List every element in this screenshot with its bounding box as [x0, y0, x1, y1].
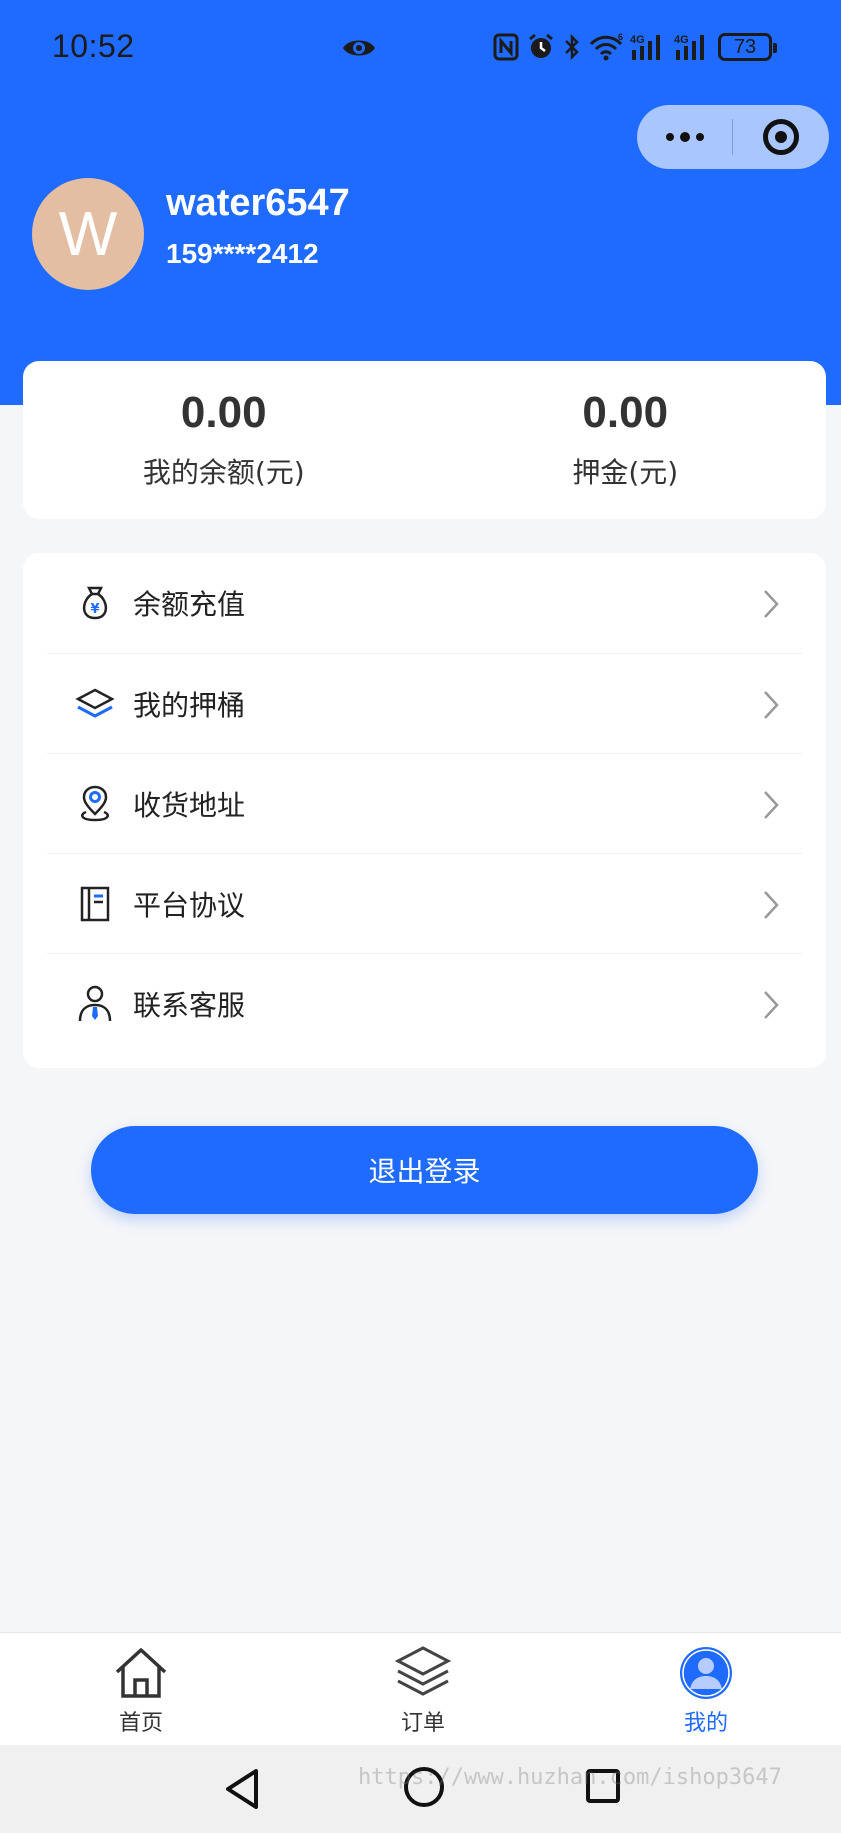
svg-text:6: 6 — [618, 32, 623, 42]
tab-label-mine: 我的 — [683, 1711, 728, 1736]
my-balance-value: 0.00 — [180, 388, 267, 437]
my-balance[interactable]: 0.00 我的余额(元) — [23, 361, 425, 519]
menu-item-recharge[interactable]: ¥ 余额充值 — [47, 553, 802, 653]
more-dots-icon[interactable] — [637, 105, 732, 169]
signal-icon-2: 4G — [674, 32, 712, 62]
my-balance-label: 我的余额(元) — [142, 456, 305, 489]
chevron-right-icon — [762, 588, 780, 624]
chevron-right-icon — [762, 889, 780, 925]
menu-item-agreement[interactable]: 平台协议 — [47, 853, 802, 953]
tab-label-home: 首页 — [118, 1711, 163, 1736]
close-target-icon[interactable] — [733, 105, 828, 169]
tab-bar: 首页 订单 我的 — [0, 1632, 841, 1745]
battery-icon: 73 — [718, 33, 777, 61]
phone-number: 159****2412 — [166, 238, 319, 269]
svg-text:4G: 4G — [674, 34, 689, 46]
deposit[interactable]: 0.00 押金(元) — [425, 361, 827, 519]
layers-icon — [75, 684, 115, 724]
username: water6547 — [166, 182, 350, 224]
back-triangle-icon[interactable] — [222, 1767, 262, 1815]
chevron-right-icon — [762, 789, 780, 825]
avatar[interactable]: W — [32, 178, 144, 290]
menu-item-my-buckets[interactable]: 我的押桶 — [47, 653, 802, 753]
signal-icon: 4G — [630, 32, 668, 62]
menu-item-customer-service[interactable]: 联系客服 — [47, 953, 802, 1053]
menu-label-address: 收货地址 — [133, 788, 246, 822]
deposit-label: 押金(元) — [572, 456, 679, 489]
balance-card: 0.00 我的余额(元) 0.00 押金(元) — [23, 361, 826, 519]
user-icon — [676, 1645, 736, 1701]
svg-text:4G: 4G — [630, 34, 645, 46]
menu-item-address[interactable]: 收货地址 — [47, 753, 802, 853]
menu-label-agreement: 平台协议 — [133, 888, 246, 922]
tab-label-orders: 订单 — [400, 1711, 445, 1736]
chevron-right-icon — [762, 989, 780, 1025]
layers-icon — [393, 1645, 453, 1701]
money-bag-icon: ¥ — [75, 583, 115, 623]
bluetooth-icon — [562, 32, 582, 62]
status-icons: 6 4G 4G 73 — [492, 28, 777, 66]
watermark-text: https://www.huzhan.com/ishop3647 — [358, 1765, 782, 1790]
home-icon — [111, 1645, 171, 1701]
nfc-icon — [492, 32, 520, 62]
alarm-icon — [526, 32, 556, 62]
menu-label-recharge: 余额充值 — [133, 588, 246, 621]
menu-label-my-buckets: 我的押桶 — [133, 688, 246, 722]
svg-text:¥: ¥ — [90, 602, 99, 617]
logout-button[interactable]: 退出登录 — [91, 1126, 758, 1214]
status-bar: 10:52 6 4G 4G 73 — [0, 0, 841, 95]
miniprogram-capsule — [637, 105, 829, 169]
tab-home[interactable]: 首页 — [71, 1633, 211, 1746]
chevron-right-icon — [762, 689, 780, 725]
menu-label-customer-service: 联系客服 — [133, 988, 246, 1022]
tab-orders[interactable]: 订单 — [353, 1633, 493, 1746]
eye-icon — [341, 30, 377, 70]
menu-card: ¥ 余额充值 我的押桶 收货地址 平台协议 联系客服 — [23, 553, 826, 1068]
book-icon — [75, 884, 115, 924]
tab-mine[interactable]: 我的 — [636, 1633, 776, 1746]
status-time: 10:52 — [52, 28, 135, 64]
location-pin-icon — [75, 784, 115, 824]
customer-service-icon — [75, 984, 115, 1024]
wifi-icon: 6 — [588, 32, 624, 62]
battery-level: 73 — [733, 35, 757, 58]
deposit-value: 0.00 — [582, 388, 669, 437]
